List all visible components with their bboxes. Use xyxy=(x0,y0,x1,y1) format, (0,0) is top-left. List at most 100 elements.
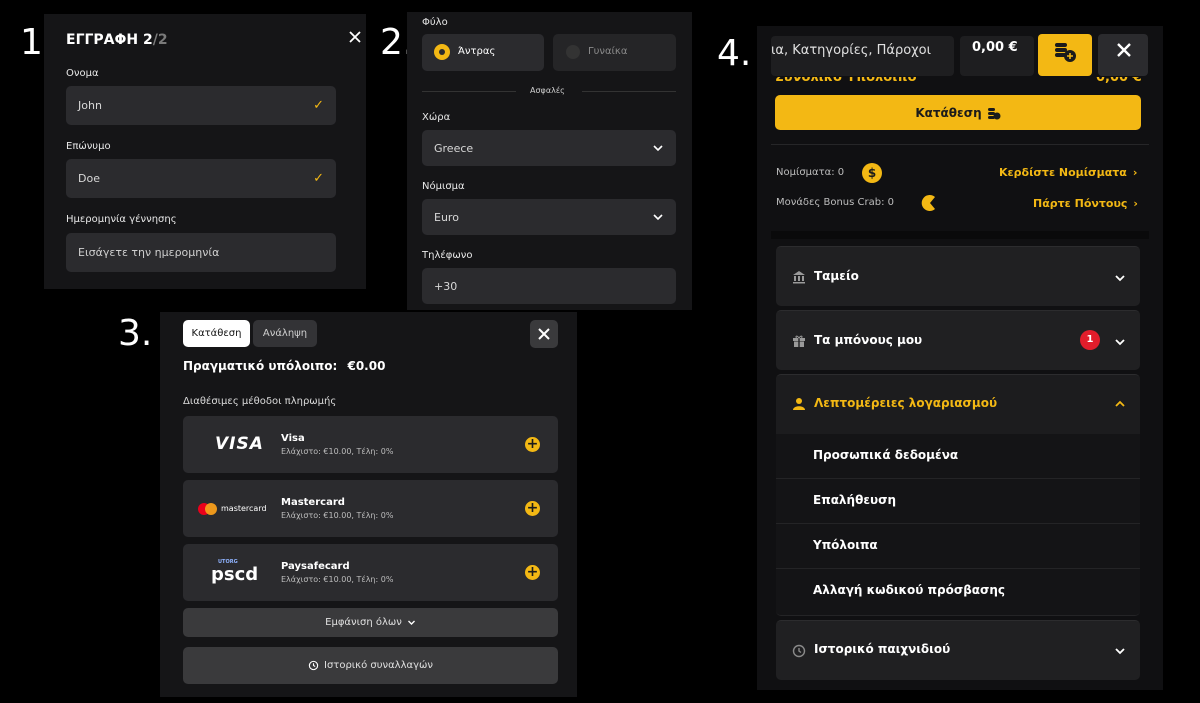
dob-placeholder: Εισάγετε την ημερομηνία xyxy=(78,246,220,259)
country-label: Χώρα xyxy=(422,112,451,123)
check-icon: ✓ xyxy=(313,98,324,113)
chevron-up-icon xyxy=(1115,400,1125,407)
first-name-label: Ονομα xyxy=(66,68,99,79)
divider xyxy=(422,91,516,92)
submenu-personal-data[interactable]: Προσωπικά δεδομένα xyxy=(776,434,1140,479)
mastercard-circle-icon xyxy=(205,503,217,515)
header-balance[interactable]: 0,00 € xyxy=(960,36,1034,76)
coins-label: Νομίσματα: 0 xyxy=(776,167,845,178)
gender-label: Φύλο xyxy=(422,17,448,28)
methods-title: Διαθέσιμες μέθοδοι πληρωμής xyxy=(183,396,337,407)
coins-icon xyxy=(987,107,1001,119)
title-rest: /2 xyxy=(152,32,168,48)
menu-game-history[interactable]: Ιστορικό παιχνιδιού xyxy=(776,620,1140,680)
total-balance-label: Συνολικό Υπόλοιπο xyxy=(775,77,917,85)
coins-plus-icon xyxy=(1055,43,1076,62)
add-icon: + xyxy=(525,500,540,516)
bank-icon xyxy=(793,271,805,284)
get-points-link[interactable]: Πάρτε Πόντους › xyxy=(1033,197,1138,210)
gift-icon xyxy=(793,335,805,347)
close-button[interactable] xyxy=(530,320,558,348)
divider xyxy=(582,91,676,92)
bonus-count-badge: 1 xyxy=(1080,330,1100,350)
balance-value: €0.00 xyxy=(347,359,386,373)
country-select[interactable]: Greece xyxy=(422,130,676,166)
tab-withdraw[interactable]: Ανάληψη xyxy=(253,320,317,347)
payment-name: Visa xyxy=(281,433,305,444)
female-label: Γυναίκα xyxy=(588,46,628,57)
close-menu-button[interactable] xyxy=(1098,34,1148,76)
currency-value: Euro xyxy=(434,210,459,224)
payment-details: Ελάχιστο: €10.00, Τέλη: 0% xyxy=(281,511,394,520)
dob-field[interactable]: Εισάγετε την ημερομηνία xyxy=(66,233,336,272)
radio-unselected-icon xyxy=(566,45,580,59)
show-all-label: Εμφάνιση όλων xyxy=(325,617,402,628)
first-name-field[interactable]: John ✓ xyxy=(66,86,336,125)
submenu-verification[interactable]: Επαλήθευση xyxy=(776,479,1140,524)
chevron-down-icon xyxy=(1115,275,1125,282)
earn-coins-label: Κερδίστε Νομίσματα xyxy=(999,166,1127,179)
submenu-change-password[interactable]: Αλλαγή κωδικού πρόσβασης xyxy=(776,569,1140,616)
deposit-button-label: Κατάθεση xyxy=(915,105,982,120)
submenu-label: Υπόλοιπα xyxy=(813,538,878,552)
phone-input[interactable]: +30 xyxy=(422,268,676,304)
chevron-down-icon xyxy=(407,620,415,625)
payment-details: Ελάχιστο: €10.00, Τέλη: 0% xyxy=(281,575,394,584)
last-name-label: Επώνυμο xyxy=(66,141,111,152)
menu-cashier[interactable]: Ταμείο xyxy=(776,246,1140,306)
visa-logo: VISA xyxy=(215,434,264,454)
transaction-history-button[interactable]: Ιστορικό συναλλαγών xyxy=(183,647,558,684)
gender-male-option[interactable]: Άντρας xyxy=(422,34,544,71)
last-name-value: Doe xyxy=(78,172,100,185)
close-icon[interactable] xyxy=(347,29,363,45)
divider xyxy=(771,144,1149,145)
check-icon: ✓ xyxy=(313,171,324,186)
country-value: Greece xyxy=(434,141,474,155)
submenu-label: Αλλαγή κωδικού πρόσβασης xyxy=(813,583,1006,597)
history-icon xyxy=(792,644,806,658)
menu-account-label: Λεπτομέρειες λογαριασμού xyxy=(814,396,998,410)
menu-my-bonuses[interactable]: Τα μπόνους μου 1 xyxy=(776,310,1140,370)
currency-select[interactable]: Euro xyxy=(422,199,676,235)
real-balance: Πραγματικό υπόλοιπο: €0.00 xyxy=(183,359,385,373)
submenu-label: Προσωπικά δεδομένα xyxy=(813,448,959,462)
first-name-value: John xyxy=(78,99,102,112)
search-box[interactable]: ια, Κατηγορίες, Πάροχοι xyxy=(771,36,954,76)
phone-label: Τηλέφωνο xyxy=(422,250,473,261)
step-number-3: 3. xyxy=(118,313,153,354)
total-balance-row: Συνολικό Υπόλοιπο 0,00 € xyxy=(771,77,1149,89)
deposit-button[interactable]: Κατάθεση xyxy=(775,95,1141,130)
coin-icon: $ xyxy=(862,163,882,183)
show-all-button[interactable]: Εμφάνιση όλων xyxy=(183,608,558,637)
earn-coins-link[interactable]: Κερδίστε Νομίσματα › xyxy=(999,166,1137,179)
add-icon: + xyxy=(525,436,540,452)
payment-method-paysafecard[interactable]: UTORG pscd Paysafecard Ελάχιστο: €10.00,… xyxy=(183,544,558,601)
submenu-balances[interactable]: Υπόλοιπα xyxy=(776,524,1140,569)
registration-title: ΕΓΓΡΑΦΗ 2/2 xyxy=(66,32,168,48)
header-deposit-button[interactable] xyxy=(1038,34,1092,76)
crab-icon xyxy=(918,193,940,213)
payment-name: Mastercard xyxy=(281,497,345,508)
gender-female-option[interactable]: Γυναίκα xyxy=(553,34,676,71)
chevron-right-icon: › xyxy=(1133,197,1138,210)
chevron-down-icon xyxy=(653,145,663,152)
history-label: Ιστορικό συναλλαγών xyxy=(324,660,433,671)
chevron-down-icon xyxy=(653,214,663,221)
male-label: Άντρας xyxy=(458,46,496,57)
chevron-down-icon xyxy=(1115,339,1125,346)
menu-game-history-label: Ιστορικό παιχνιδιού xyxy=(814,642,951,656)
payment-method-mastercard[interactable]: mastercard Mastercard Ελάχιστο: €10.00, … xyxy=(183,480,558,537)
add-icon: + xyxy=(525,564,540,580)
search-text: ια, Κατηγορίες, Πάροχοι xyxy=(771,43,932,58)
section-gap xyxy=(771,231,1149,239)
step-number-4: 4. xyxy=(717,33,752,74)
menu-bonuses-label: Τα μπόνους μου xyxy=(814,333,923,347)
last-name-field[interactable]: Doe ✓ xyxy=(66,159,336,198)
history-icon xyxy=(308,660,319,671)
close-icon xyxy=(538,328,550,340)
chevron-right-icon: › xyxy=(1132,166,1138,179)
chevron-down-icon xyxy=(1115,648,1125,655)
menu-account-details[interactable]: Λεπτομέρειες λογαριασμού xyxy=(776,374,1140,434)
tab-deposit[interactable]: Κατάθεση xyxy=(183,320,250,347)
payment-method-visa[interactable]: VISA Visa Ελάχιστο: €10.00, Τέλη: 0% + xyxy=(183,416,558,473)
